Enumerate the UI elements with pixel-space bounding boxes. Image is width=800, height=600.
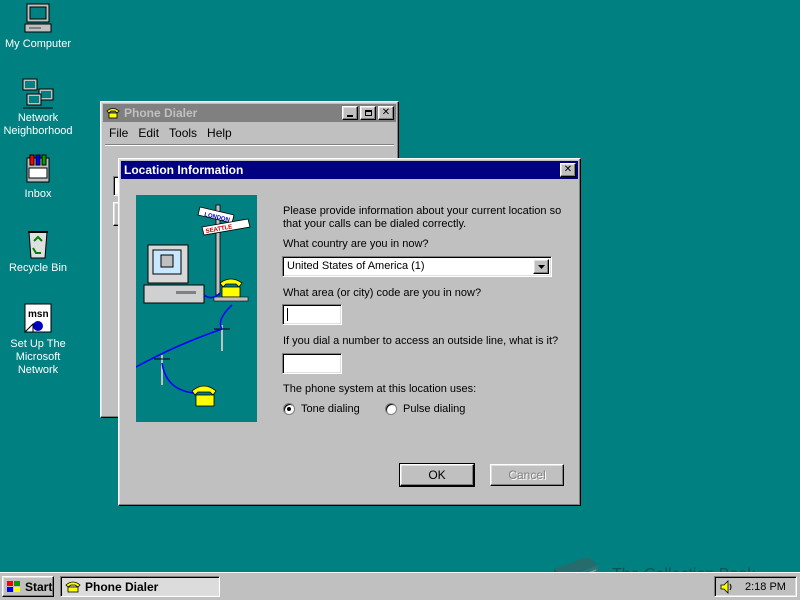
- pulse-dialing-label[interactable]: Pulse dialing: [403, 403, 465, 416]
- desktop-icon-msn-setup[interactable]: msn Set Up The Microsoft Network: [0, 302, 76, 377]
- menu-help[interactable]: Help: [207, 126, 232, 140]
- menu-file[interactable]: File: [109, 126, 128, 140]
- location-illustration: LONDON SEATTLE: [136, 195, 257, 422]
- desktop-icon-label: Network Neighborhood: [3, 112, 73, 137]
- phone-dialer-menubar: File Edit Tools Help: [105, 124, 394, 142]
- menubar-divider: [105, 144, 394, 146]
- cancel-button[interactable]: Cancel: [490, 464, 564, 486]
- phone-icon: [106, 108, 120, 119]
- speaker-icon[interactable]: [719, 579, 735, 594]
- msn-icon: msn: [23, 303, 52, 333]
- taskbar-item-phone-dialer[interactable]: Phone Dialer: [60, 576, 220, 597]
- phone-system-label: The phone system at this location uses:: [283, 383, 477, 395]
- desktop-icon-label: My Computer: [4, 38, 72, 50]
- my-computer-icon: [24, 3, 52, 33]
- outside-line-label: If you dial a number to access an outsid…: [283, 335, 559, 347]
- recycle-bin-icon: [28, 231, 48, 259]
- minimize-icon: [347, 115, 353, 117]
- start-button[interactable]: Start: [2, 576, 54, 597]
- country-select[interactable]: United States of America (1): [282, 256, 552, 277]
- desktop-icon-my-computer[interactable]: My Computer: [0, 2, 76, 51]
- ok-button[interactable]: OK: [399, 463, 475, 487]
- maximize-button[interactable]: [360, 106, 376, 120]
- area-code-input[interactable]: [282, 304, 342, 325]
- close-icon: ✕: [381, 107, 391, 118]
- text-cursor: [287, 308, 288, 321]
- phone-icon: [65, 581, 81, 593]
- taskbar-item-label: Phone Dialer: [85, 579, 159, 594]
- clock[interactable]: 2:18 PM: [745, 581, 786, 593]
- tone-dialing-label[interactable]: Tone dialing: [301, 403, 360, 416]
- phone-dialer-titlebar[interactable]: Phone Dialer ✕: [103, 104, 396, 122]
- dialog-titlebar[interactable]: Location Information ✕: [121, 161, 578, 179]
- close-button[interactable]: ✕: [378, 106, 394, 120]
- chevron-down-icon: [537, 264, 545, 269]
- inbox-icon: [26, 154, 50, 183]
- desktop-icon-label: Recycle Bin: [8, 262, 68, 274]
- phone-dialer-title: Phone Dialer: [124, 106, 198, 120]
- maximize-icon: [364, 110, 372, 116]
- tone-dialing-radio[interactable]: [283, 403, 295, 415]
- start-label: Start: [25, 579, 53, 594]
- pulse-dialing-radio[interactable]: [385, 403, 397, 415]
- country-select-value: United States of America (1): [287, 260, 425, 272]
- system-tray: 2:18 PM: [714, 576, 797, 597]
- desktop-icon-recycle-bin[interactable]: Recycle Bin: [0, 226, 76, 275]
- network-neighborhood-icon: [22, 78, 54, 109]
- location-information-dialog[interactable]: Location Information ✕ LONDON SEATTLE Pl…: [118, 158, 581, 506]
- intro-text: Please provide information about your cu…: [283, 205, 562, 230]
- desktop-icon-network-neighborhood[interactable]: Network Neighborhood: [0, 76, 76, 138]
- area-code-label: What area (or city) code are you in now?: [283, 287, 482, 299]
- close-icon: ✕: [563, 164, 573, 175]
- taskbar: Start Phone Dialer 2:18 PM: [0, 572, 800, 600]
- menu-tools[interactable]: Tools: [169, 126, 197, 140]
- desktop-icon-inbox[interactable]: Inbox: [0, 152, 76, 201]
- dialog-title: Location Information: [124, 163, 244, 177]
- dialog-close-button[interactable]: ✕: [560, 163, 576, 177]
- windows-logo-icon: [7, 580, 20, 592]
- outside-line-input[interactable]: [282, 353, 342, 374]
- country-label: What country are you in now?: [283, 238, 429, 250]
- menu-edit[interactable]: Edit: [138, 126, 159, 140]
- minimize-button[interactable]: [342, 106, 358, 120]
- svg-text:msn: msn: [28, 309, 49, 320]
- country-dropdown-button[interactable]: [533, 259, 549, 274]
- desktop-icon-label: Set Up The Microsoft Network: [10, 338, 66, 376]
- desktop-icon-label: Inbox: [24, 188, 52, 200]
